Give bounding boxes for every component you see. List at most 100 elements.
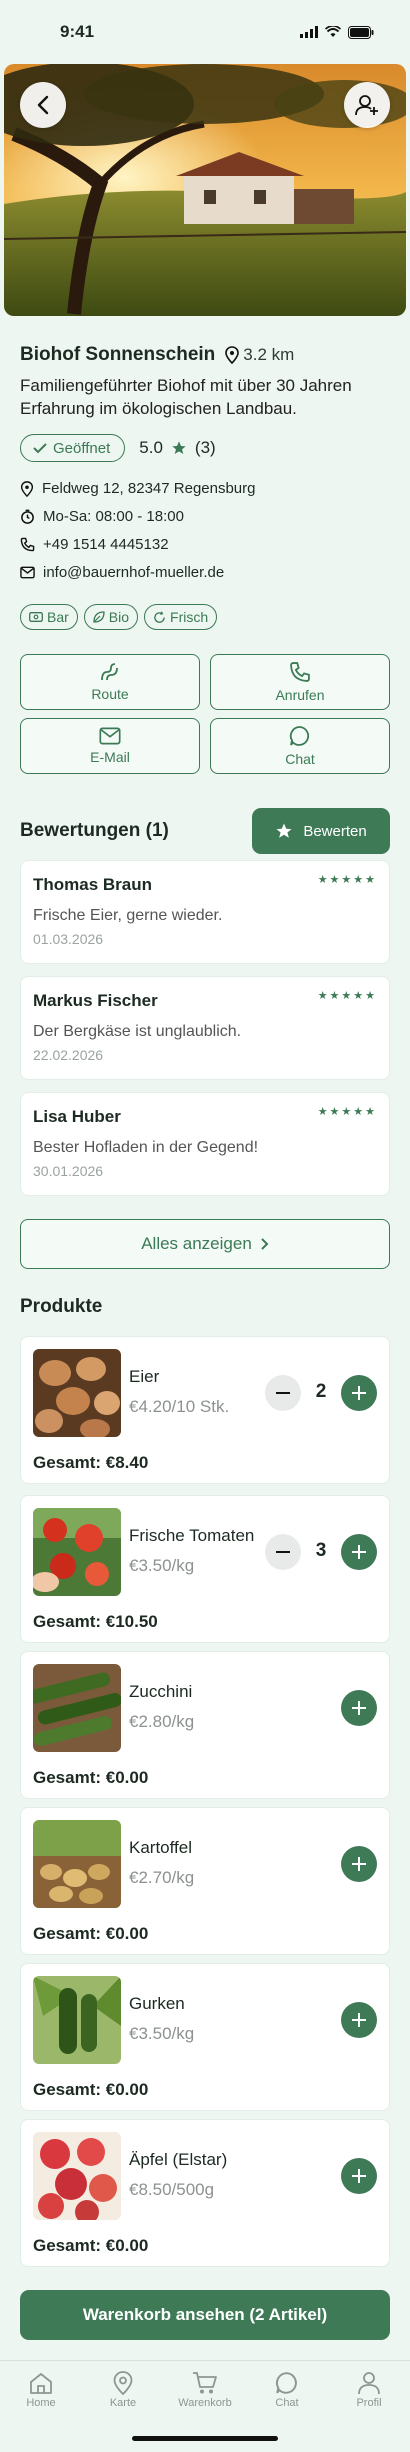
plus-icon — [352, 1545, 366, 1559]
phone-line[interactable]: +49 1514 4445132 — [20, 536, 169, 553]
add-to-cart-button[interactable] — [341, 2002, 377, 2038]
star-icon — [276, 823, 292, 838]
product-name: Zucchini — [129, 1682, 193, 1701]
back-button[interactable] — [20, 82, 66, 128]
call-label: Anrufen — [275, 687, 325, 703]
review-text: Frische Eier, gerne wieder. — [33, 907, 223, 924]
product-card: Gurken €3.50/kg Gesamt: €0.00 — [20, 1963, 390, 2111]
tag-label: Bio — [108, 609, 130, 625]
email-address[interactable]: info@bauernhof-mueller.de — [43, 564, 224, 581]
minus-icon — [276, 1551, 290, 1553]
tab-home[interactable]: Home — [6, 2371, 76, 2452]
route-icon — [101, 663, 118, 681]
farm-tags: Bar Bio Frisch — [20, 604, 390, 630]
follow-farm-button[interactable] — [344, 82, 390, 128]
product-name: Äpfel (Elstar) — [129, 2150, 228, 2169]
home-icon — [30, 2373, 52, 2394]
product-image-zucchini — [33, 1664, 121, 1752]
product-image-eggs — [33, 1349, 121, 1437]
review-card: Markus Fischer ★★★★★ Der Bergkäse ist un… — [20, 976, 390, 1080]
product-name: Gurken — [129, 1994, 185, 2013]
show-all-reviews-button[interactable]: Alles anzeigen — [20, 1219, 390, 1269]
farm-description: Familiengeführter Biohof mit über 30 Jah… — [20, 376, 352, 418]
email-label: E-Mail — [90, 749, 130, 765]
show-all-label: Alles anzeigen — [141, 1234, 252, 1253]
tab-label: Home — [26, 2397, 56, 2409]
email-button[interactable]: E-Mail — [20, 718, 200, 774]
plus-icon — [352, 2169, 366, 2183]
farm-header: Biohof Sonnenschein 3.2 km — [20, 344, 390, 366]
product-image-tomatoes — [33, 1508, 121, 1596]
review-card: Thomas Braun ★★★★★ Frische Eier, gerne w… — [20, 860, 390, 964]
open-status-label: Geöffnet — [53, 439, 111, 457]
review-date: 30.01.2026 — [33, 1163, 104, 1179]
open-status-badge: Geöffnet — [20, 434, 126, 462]
plus-icon — [352, 2013, 366, 2027]
chat-button[interactable]: Chat — [210, 718, 390, 774]
add-to-cart-button[interactable] — [341, 1690, 377, 1726]
chat-label: Chat — [285, 751, 315, 767]
product-price: €2.70/kg — [129, 1868, 195, 1887]
call-button[interactable]: Anrufen — [210, 654, 390, 710]
add-to-cart-button[interactable] — [341, 1846, 377, 1882]
product-name: Frische Tomaten — [129, 1526, 255, 1545]
distance-value: 3.2 km — [243, 345, 295, 364]
address-line: Feldweg 12, 82347 Regensburg — [20, 480, 256, 497]
email-line[interactable]: info@bauernhof-mueller.de — [20, 564, 224, 581]
system-icons — [300, 25, 374, 39]
tab-profile[interactable]: Profil — [334, 2371, 404, 2452]
increase-quantity-button[interactable] — [341, 1534, 377, 1570]
user-icon — [358, 2372, 380, 2395]
rate-button-label: Bewerten — [303, 822, 367, 840]
product-total: Gesamt: €0.00 — [33, 1768, 149, 1787]
reviews-title: Bewertungen (1) — [20, 820, 169, 841]
tab-label: Karte — [109, 2397, 137, 2409]
add-to-cart-button[interactable] — [341, 2158, 377, 2194]
check-icon — [33, 443, 47, 454]
review-date: 01.03.2026 — [33, 931, 104, 947]
phone-number[interactable]: +49 1514 4445132 — [43, 536, 169, 553]
product-price: €8.50/500g — [129, 2180, 215, 2199]
product-price: €3.50/kg — [129, 1556, 195, 1575]
rate-button[interactable]: Bewerten — [252, 808, 390, 854]
product-total: Gesamt: €0.00 — [33, 2236, 149, 2255]
product-image-cucumbers — [33, 1976, 121, 2064]
product-image-apples — [33, 2132, 121, 2220]
farm-rating: 5.0 (3) — [139, 438, 215, 458]
review-date: 22.02.2026 — [33, 1047, 104, 1063]
tab-label: Warenkorb — [178, 2397, 232, 2409]
review-stars: ★★★★★ — [317, 1106, 377, 1118]
signal-icon — [300, 26, 318, 38]
rating-value: 5.0 — [139, 438, 163, 457]
map-pin-icon — [113, 2371, 133, 2395]
product-card: Zucchini €2.80/kg Gesamt: €0.00 — [20, 1651, 390, 1799]
product-image-potatoes — [33, 1820, 121, 1908]
route-button[interactable]: Route — [20, 654, 200, 710]
product-total: Gesamt: €8.40 — [33, 1453, 149, 1472]
chat-bubble-icon — [289, 726, 310, 746]
tag-bar: Bar — [20, 604, 78, 630]
chevron-right-icon — [261, 1238, 269, 1250]
review-text: Bester Hofladen in der Gegend! — [33, 1139, 259, 1156]
tag-label: Bar — [47, 609, 69, 625]
user-plus-icon — [355, 95, 378, 116]
farm-distance: 3.2 km — [225, 345, 294, 365]
decrease-quantity-button[interactable] — [265, 1534, 301, 1570]
quantity-value: 3 — [315, 1540, 327, 1561]
product-card: Frische Tomaten €3.50/kg 3 Gesamt: €10.5… — [20, 1495, 390, 1643]
increase-quantity-button[interactable] — [341, 1375, 377, 1411]
product-price: €2.80/kg — [129, 1712, 195, 1731]
chevron-left-icon — [37, 95, 49, 115]
battery-icon — [348, 25, 374, 39]
minus-icon — [276, 1392, 290, 1394]
plus-icon — [352, 1857, 366, 1871]
tab-label: Profil — [356, 2397, 382, 2409]
location-pin-icon — [20, 480, 34, 497]
review-stars: ★★★★★ — [317, 874, 377, 886]
refresh-icon — [154, 610, 165, 623]
decrease-quantity-button[interactable] — [265, 1375, 301, 1411]
product-total: Gesamt: €10.50 — [33, 1612, 158, 1631]
view-cart-button[interactable]: Warenkorb ansehen (2 Artikel) — [20, 2290, 390, 2340]
status-time: 9:41 — [60, 22, 95, 41]
cash-icon — [29, 612, 43, 622]
